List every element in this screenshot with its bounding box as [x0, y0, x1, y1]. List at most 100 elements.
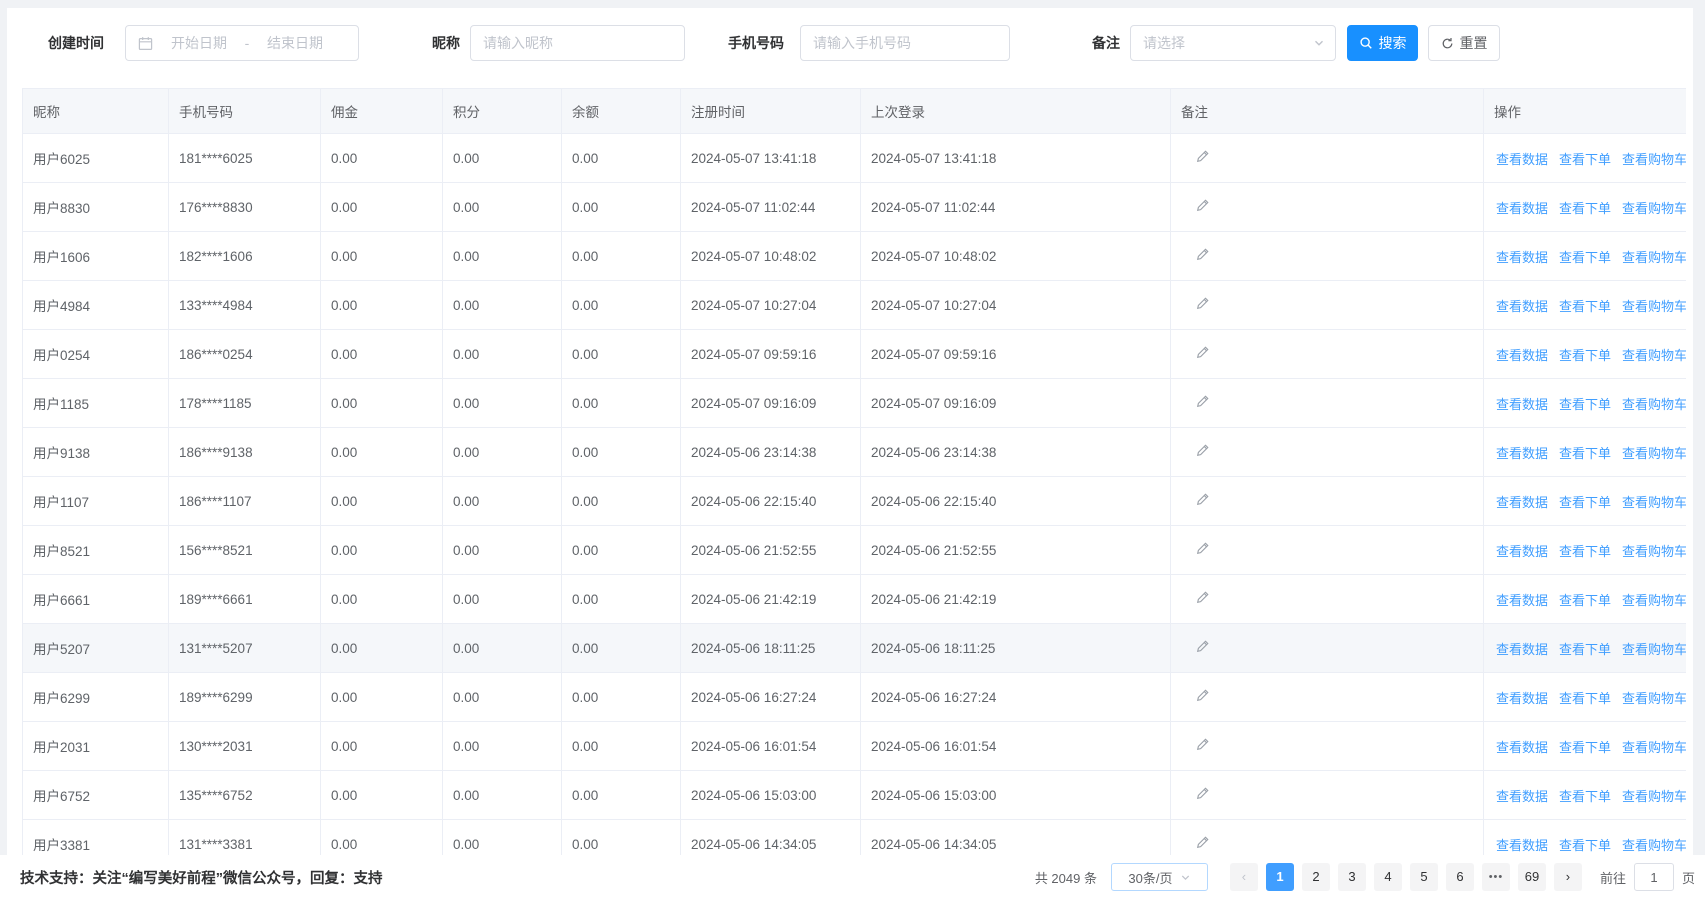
view-cart-link[interactable]: 查看购物车	[1622, 250, 1686, 265]
view-cart-link[interactable]: 查看购物车	[1622, 201, 1686, 216]
view-orders-link[interactable]: 查看下单	[1559, 740, 1611, 755]
view-cart-link[interactable]: 查看购物车	[1622, 691, 1686, 706]
edit-remark-icon[interactable]	[1195, 737, 1210, 752]
edit-remark-icon[interactable]	[1195, 639, 1210, 654]
view-cart-link[interactable]: 查看购物车	[1622, 642, 1686, 657]
view-data-link[interactable]: 查看数据	[1496, 299, 1548, 314]
view-data-link[interactable]: 查看数据	[1496, 642, 1548, 657]
date-start-placeholder[interactable]: 开始日期	[161, 33, 237, 53]
edit-remark-icon[interactable]	[1195, 247, 1210, 262]
view-orders-link[interactable]: 查看下单	[1559, 789, 1611, 804]
date-end-placeholder[interactable]: 结束日期	[257, 33, 333, 53]
view-cart-link[interactable]: 查看购物车	[1622, 544, 1686, 559]
prev-page-button[interactable]: ‹	[1230, 863, 1258, 891]
edit-remark-icon[interactable]	[1195, 149, 1210, 164]
view-data-link[interactable]: 查看数据	[1496, 691, 1548, 706]
edit-remark-icon[interactable]	[1195, 492, 1210, 507]
page-button-2[interactable]: 2	[1302, 863, 1330, 891]
page-button-1[interactable]: 1	[1266, 863, 1294, 891]
last-login-cell: 2024-05-07 09:59:16	[871, 347, 996, 362]
edit-remark-icon[interactable]	[1195, 590, 1210, 605]
column-header: 余额	[562, 89, 681, 134]
view-orders-link[interactable]: 查看下单	[1559, 495, 1611, 510]
view-orders-link[interactable]: 查看下单	[1559, 348, 1611, 363]
nickname-input[interactable]	[470, 25, 685, 61]
view-orders-link[interactable]: 查看下单	[1559, 642, 1611, 657]
view-orders-link[interactable]: 查看下单	[1559, 691, 1611, 706]
page-size-select[interactable]: 30条/页	[1111, 863, 1208, 891]
view-data-link[interactable]: 查看数据	[1496, 348, 1548, 363]
reset-button[interactable]: 重置	[1428, 25, 1500, 61]
view-cart-link[interactable]: 查看购物车	[1622, 348, 1686, 363]
view-cart-link[interactable]: 查看购物车	[1622, 593, 1686, 608]
edit-remark-icon[interactable]	[1195, 541, 1210, 556]
edit-remark-icon[interactable]	[1195, 296, 1210, 311]
nickname-cell: 用户6661	[33, 593, 90, 608]
view-data-link[interactable]: 查看数据	[1496, 789, 1548, 804]
calendar-icon	[138, 36, 153, 51]
view-cart-link[interactable]: 查看购物车	[1622, 495, 1686, 510]
view-orders-link[interactable]: 查看下单	[1559, 152, 1611, 167]
table-row: 用户6299189****62990.000.000.002024-05-06 …	[23, 673, 1687, 722]
edit-remark-icon[interactable]	[1195, 345, 1210, 360]
last-login-cell: 2024-05-07 11:02:44	[871, 200, 995, 215]
view-data-link[interactable]: 查看数据	[1496, 397, 1548, 412]
edit-remark-icon[interactable]	[1195, 786, 1210, 801]
view-orders-link[interactable]: 查看下单	[1559, 201, 1611, 216]
next-page-button[interactable]: ›	[1554, 863, 1582, 891]
table-row: 用户8830176****88300.000.000.002024-05-07 …	[23, 183, 1687, 232]
edit-remark-icon[interactable]	[1195, 394, 1210, 409]
edit-remark-icon[interactable]	[1195, 198, 1210, 213]
vertical-scrollbar-track[interactable]	[1693, 8, 1705, 855]
edit-remark-icon[interactable]	[1195, 443, 1210, 458]
edit-remark-icon[interactable]	[1195, 688, 1210, 703]
date-range-separator: -	[237, 35, 257, 51]
page-button-5[interactable]: 5	[1410, 863, 1438, 891]
view-orders-link[interactable]: 查看下单	[1559, 593, 1611, 608]
phone-cell: 135****6752	[179, 788, 253, 803]
view-orders-link[interactable]: 查看下单	[1559, 250, 1611, 265]
page-button-3[interactable]: 3	[1338, 863, 1366, 891]
view-cart-link[interactable]: 查看购物车	[1622, 838, 1686, 853]
page-button-6[interactable]: 6	[1446, 863, 1474, 891]
view-data-link[interactable]: 查看数据	[1496, 740, 1548, 755]
balance-cell: 0.00	[572, 249, 598, 264]
view-orders-link[interactable]: 查看下单	[1559, 544, 1611, 559]
phone-cell: 186****9138	[179, 445, 253, 460]
nickname-cell: 用户9138	[33, 446, 90, 461]
page-button-69[interactable]: 69	[1518, 863, 1546, 891]
view-orders-link[interactable]: 查看下单	[1559, 838, 1611, 853]
view-orders-link[interactable]: 查看下单	[1559, 299, 1611, 314]
view-cart-link[interactable]: 查看购物车	[1622, 740, 1686, 755]
balance-cell: 0.00	[572, 445, 598, 460]
view-data-link[interactable]: 查看数据	[1496, 544, 1548, 559]
table-row: 用户4984133****49840.000.000.002024-05-07 …	[23, 281, 1687, 330]
view-data-link[interactable]: 查看数据	[1496, 250, 1548, 265]
view-data-link[interactable]: 查看数据	[1496, 593, 1548, 608]
commission-cell: 0.00	[331, 837, 357, 852]
view-cart-link[interactable]: 查看购物车	[1622, 397, 1686, 412]
search-button[interactable]: 搜索	[1347, 25, 1418, 61]
view-orders-link[interactable]: 查看下单	[1559, 446, 1611, 461]
phone-cell: 189****6661	[179, 592, 253, 607]
view-cart-link[interactable]: 查看购物车	[1622, 789, 1686, 804]
view-cart-link[interactable]: 查看购物车	[1622, 299, 1686, 314]
points-cell: 0.00	[453, 641, 479, 656]
view-data-link[interactable]: 查看数据	[1496, 838, 1548, 853]
pager-ellipsis[interactable]: •••	[1482, 863, 1510, 891]
view-data-link[interactable]: 查看数据	[1496, 495, 1548, 510]
goto-page-input[interactable]	[1634, 863, 1674, 891]
view-cart-link[interactable]: 查看购物车	[1622, 152, 1686, 167]
view-data-link[interactable]: 查看数据	[1496, 201, 1548, 216]
view-orders-link[interactable]: 查看下单	[1559, 397, 1611, 412]
edit-remark-icon[interactable]	[1195, 835, 1210, 850]
phone-input[interactable]	[800, 25, 1010, 61]
remark-select[interactable]: 请选择	[1130, 25, 1336, 61]
create-time-range-picker[interactable]: 开始日期 - 结束日期	[125, 25, 359, 61]
view-data-link[interactable]: 查看数据	[1496, 446, 1548, 461]
page-button-4[interactable]: 4	[1374, 863, 1402, 891]
balance-cell: 0.00	[572, 739, 598, 754]
nickname-cell: 用户3381	[33, 838, 90, 853]
view-cart-link[interactable]: 查看购物车	[1622, 446, 1686, 461]
view-data-link[interactable]: 查看数据	[1496, 152, 1548, 167]
